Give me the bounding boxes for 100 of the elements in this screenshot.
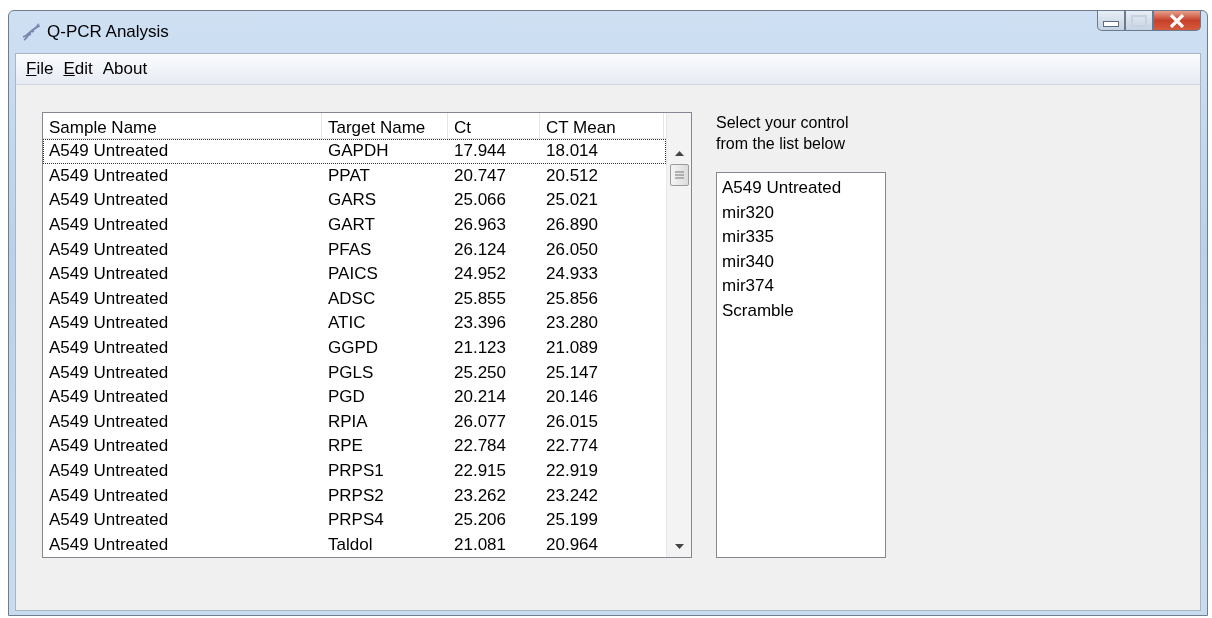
table-row[interactable]: A549 Untreated GGPD 21.123 21.089 xyxy=(43,335,666,361)
table-row[interactable]: A549 Untreated GART 26.963 26.890 xyxy=(43,212,666,238)
table-cell-text: RPE xyxy=(327,436,364,457)
scroll-thumb[interactable] xyxy=(669,164,689,186)
table-cell-text: PPAT xyxy=(327,165,371,186)
table-cell-text: 21.089 xyxy=(545,338,599,359)
list-item[interactable]: Scramble xyxy=(722,298,885,324)
table-cell-text: 20.512 xyxy=(545,165,599,186)
table-cell-text: 22.784 xyxy=(453,436,507,457)
table-cell-text: A549 Untreated xyxy=(48,436,170,457)
table-cell-text: A549 Untreated xyxy=(48,461,170,481)
table-cell-text: 22.915 xyxy=(453,461,507,481)
table-row[interactable]: A549 Untreated PRPS2 23.262 23.242 xyxy=(43,483,666,508)
table-cell-text: PRPS4 xyxy=(327,510,385,531)
dna-icon xyxy=(21,22,41,42)
table-cell-text: 26.050 xyxy=(545,239,599,260)
column-header[interactable]: Target Name xyxy=(322,113,448,138)
table-cell-text: A549 Untreated xyxy=(48,264,170,285)
table-cell-text: Taldol xyxy=(327,534,374,555)
menu-item[interactable]: Edit xyxy=(58,59,98,79)
table-row[interactable]: A549 Untreated PPAT 20.747 20.512 xyxy=(43,163,666,189)
table-cell-text: 21.123 xyxy=(453,338,507,359)
control-list[interactable]: A549 Untreated mir320 mir335 mir340 mir374 Scramble xyxy=(716,172,886,558)
table-cell-text: 20.747 xyxy=(453,165,507,186)
table-cell-text: A549 Untreated xyxy=(48,485,170,506)
table-row[interactable]: A549 Untreated Taldol 21.081 20.964 xyxy=(43,532,666,557)
table-row[interactable]: A549 Untreated PRPS4 25.206 25.199 xyxy=(43,507,666,533)
menu-item[interactable]: About xyxy=(97,59,153,79)
table-cell-text: RPIA xyxy=(327,411,369,432)
table-cell-text: PGD xyxy=(327,387,366,408)
table-cell-text: 22.919 xyxy=(545,461,599,481)
table-row[interactable]: A549 Untreated PAICS 24.952 24.933 xyxy=(43,261,666,287)
table-cell-text: 25.250 xyxy=(453,362,507,383)
column-header[interactable]: Ct xyxy=(448,113,540,138)
table-cell-text: 21.081 xyxy=(453,534,507,555)
table-cell-text: 17.944 xyxy=(453,141,507,162)
table-cell-text: A549 Untreated xyxy=(48,215,170,236)
column-header[interactable]: Sample Name xyxy=(43,113,322,138)
table-row[interactable]: A549 Untreated ADSC 25.855 25.856 xyxy=(43,286,666,312)
table-row[interactable]: A549 Untreated PGLS 25.250 25.147 xyxy=(43,360,666,385)
list-item[interactable]: mir374 xyxy=(722,274,885,299)
table-row[interactable]: A549 Untreated GARS 25.066 25.021 xyxy=(43,188,666,213)
table-cell-text: PGLS xyxy=(327,362,375,383)
table-cell-text: 25.206 xyxy=(453,510,507,531)
table-cell-text: 26.124 xyxy=(453,239,507,260)
table-cell-text: 25.066 xyxy=(453,190,507,211)
table-row[interactable]: A549 Untreated RPIA 26.077 26.015 xyxy=(43,409,666,435)
table-cell-text: 23.262 xyxy=(453,485,507,506)
list-item[interactable]: mir335 xyxy=(722,225,885,250)
table-cell-text: 24.952 xyxy=(453,264,507,285)
instruction-text: Select your control from the list below xyxy=(716,113,850,154)
table-cell-text: 26.963 xyxy=(453,215,507,236)
table-row[interactable]: A549 Untreated ATIC 23.396 23.280 xyxy=(43,311,666,336)
table-cell-text: 26.890 xyxy=(545,215,599,236)
list-item[interactable]: mir320 xyxy=(722,200,885,226)
table-row[interactable]: A549 Untreated RPE 22.784 22.774 xyxy=(43,434,666,459)
table-cell-text: A549 Untreated xyxy=(48,313,170,334)
table-cell-text: 24.933 xyxy=(545,264,599,285)
table-cell-text: ATIC xyxy=(327,313,367,334)
table-cell-text: A549 Untreated xyxy=(48,362,170,383)
scroll-up-icon[interactable] xyxy=(674,151,684,156)
table-cell-text: 23.280 xyxy=(545,313,599,334)
table-cell-text: PRPS1 xyxy=(327,461,385,481)
list-item[interactable]: A549 Untreated xyxy=(722,176,885,201)
table-cell-text: GGPD xyxy=(327,338,380,359)
close-button[interactable] xyxy=(1153,11,1201,31)
table-cell-text: A549 Untreated xyxy=(48,141,170,162)
scrollbar[interactable] xyxy=(666,113,691,557)
table-cell-text: 25.856 xyxy=(545,288,599,309)
table-row[interactable]: A549 Untreated PRPS1 22.915 22.919 xyxy=(43,458,666,484)
table-cell-text: A549 Untreated xyxy=(48,338,170,359)
table-cell-text: GAPDH xyxy=(327,141,390,162)
table-cell-text: GARS xyxy=(327,190,378,211)
table-cell-text: A549 Untreated xyxy=(48,510,170,531)
window-title: Q-PCR Analysis xyxy=(47,22,169,42)
table-cell-text: 23.242 xyxy=(545,485,599,506)
menu-item[interactable]: File xyxy=(21,59,59,79)
table-row[interactable]: A549 Untreated PFAS 26.124 26.050 xyxy=(43,237,666,262)
table-cell-text: 20.146 xyxy=(545,387,599,408)
table-cell-text: 25.199 xyxy=(545,510,599,531)
list-item[interactable]: mir340 xyxy=(722,249,885,275)
table-cell-text: PFAS xyxy=(327,239,373,260)
table-cell-text: A549 Untreated xyxy=(48,411,170,432)
table-cell-text: GART xyxy=(327,215,376,236)
table-cell-text: 20.214 xyxy=(453,387,507,408)
minimize-button[interactable] xyxy=(1097,11,1125,31)
table-cell-text: 22.774 xyxy=(545,436,599,457)
table-cell-text: 20.964 xyxy=(545,534,599,555)
column-header[interactable]: CT Mean xyxy=(540,113,664,138)
table-row[interactable]: A549 Untreated PGD 20.214 20.146 xyxy=(43,384,666,410)
table-cell-text: PAICS xyxy=(327,264,379,285)
scroll-down-icon[interactable] xyxy=(674,544,684,549)
maximize-button[interactable] xyxy=(1125,11,1153,31)
table-cell-text: 26.077 xyxy=(453,411,507,432)
table-cell-text: 25.021 xyxy=(545,190,599,211)
focused-row[interactable]: A549 Untreated GAPDH 17.944 18.014 xyxy=(43,139,666,164)
table-cell-text: A549 Untreated xyxy=(48,190,170,211)
table-cell-text: A549 Untreated xyxy=(48,288,170,309)
table-cell-text: 23.396 xyxy=(453,313,507,334)
table-cell-text: ADSC xyxy=(327,288,377,309)
